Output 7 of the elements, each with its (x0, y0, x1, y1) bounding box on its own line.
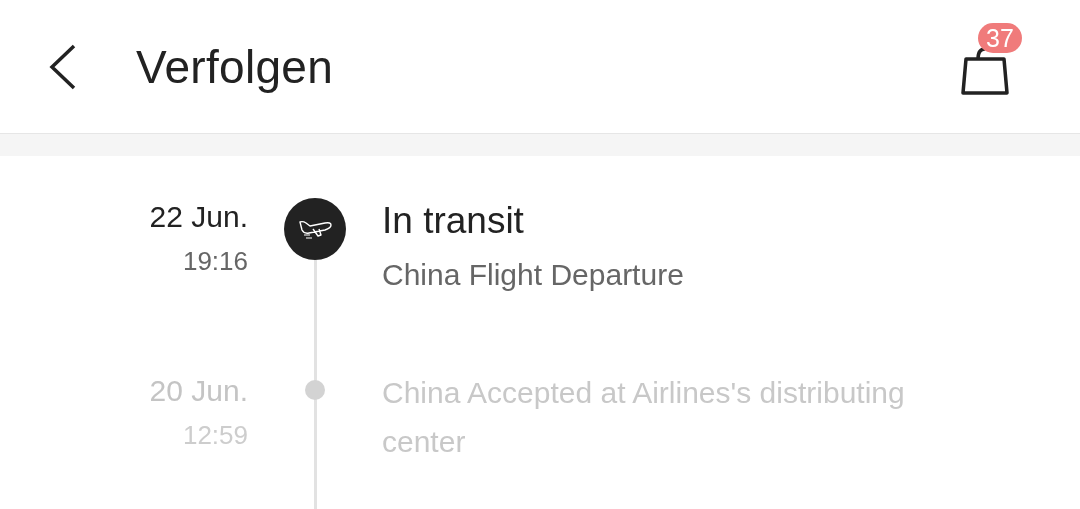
event-time: 19:16 (182, 246, 248, 277)
cart-count-badge: 37 (978, 22, 1022, 53)
event-date: 22 Jun. (149, 200, 248, 234)
event-status: In transit (382, 200, 524, 242)
event-description: China Flight Departure (382, 257, 685, 293)
event-date: 20 Jun. (149, 373, 248, 408)
page-title: Verfolgen (136, 39, 334, 94)
